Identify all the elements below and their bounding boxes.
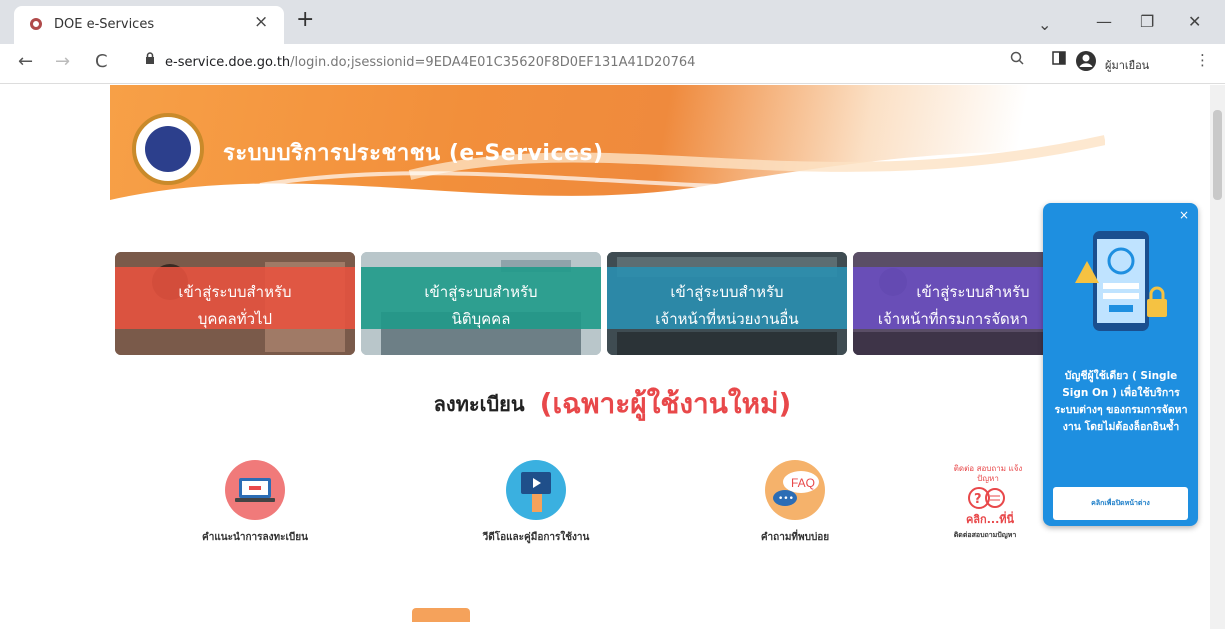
register-heading: ลงทะเบียน (เฉพาะผู้ใช้งานใหม่) bbox=[0, 382, 1225, 426]
sso-popup: × บัญชีผู้ใช้เดียว ( Single Sign On ) เพ… bbox=[1043, 203, 1198, 526]
tab-title: DOE e-Services bbox=[54, 17, 155, 32]
lock-icon[interactable] bbox=[145, 52, 155, 69]
video-icon[interactable] bbox=[506, 460, 566, 520]
faq-icon[interactable]: FAQ ••• bbox=[765, 460, 825, 520]
click-here-text[interactable]: คลิก...ที่นี่ bbox=[955, 510, 1025, 528]
card-line2: เจ้าหน้าที่กรมการจัดหา bbox=[877, 310, 1029, 328]
service-registration-guide[interactable]: คำแนะนำการลงทะเบียน bbox=[145, 460, 365, 560]
laptop-icon[interactable] bbox=[225, 460, 285, 520]
phone-security-illustration-icon bbox=[1075, 231, 1167, 331]
sso-description: บัญชีผู้ใช้เดียว ( Single Sign On ) เพื่… bbox=[1054, 370, 1188, 433]
address-bar[interactable]: e-service.doe.go.th/login.do;jsessionid=… bbox=[145, 48, 1045, 79]
back-button[interactable]: ← bbox=[18, 51, 33, 72]
maximize-button[interactable]: ❐ bbox=[1140, 12, 1154, 31]
menu-kebab-icon[interactable]: ⋮ bbox=[1195, 51, 1210, 69]
service-label[interactable]: วีดีโอและคู่มือการใช้งาน bbox=[426, 530, 646, 545]
card-line2: เจ้าหน้าที่หน่วยงานอื่น bbox=[655, 310, 799, 328]
browser-tab[interactable]: DOE e-Services × bbox=[14, 6, 284, 44]
svg-text:FAQ: FAQ bbox=[791, 476, 815, 490]
banner-title: ระบบบริการประชาชน (e-Services) bbox=[223, 141, 604, 166]
login-card-juristic-person[interactable]: เข้าสู่ระบบสำหรับ นิติบุคคล bbox=[361, 252, 601, 355]
side-panel-icon[interactable] bbox=[1052, 51, 1066, 69]
header-banner: ระบบบริการประชาชน (e-Services) bbox=[110, 85, 1105, 235]
register-new-users-highlight: (เฉพาะผู้ใช้งานใหม่) bbox=[539, 387, 792, 420]
svg-text:•••: ••• bbox=[778, 494, 794, 504]
card-line1: เข้าสู่ระบบสำหรับ bbox=[424, 283, 538, 301]
help-click-icon[interactable]: ? bbox=[965, 486, 1011, 510]
scrollbar-thumb[interactable] bbox=[1213, 110, 1222, 200]
register-label: ลงทะเบียน bbox=[433, 392, 525, 416]
orange-tab-decoration bbox=[412, 608, 470, 622]
login-card-general-public[interactable]: เข้าสู่ระบบสำหรับ บุคคลทั่วไป bbox=[115, 252, 355, 355]
card-line2: นิติบุคคล bbox=[451, 310, 511, 328]
window-close-button[interactable]: ✕ bbox=[1188, 12, 1201, 31]
login-card-doe-staff[interactable]: เข้าสู่ระบบสำหรับ เจ้าหน้าที่กรมการจัดหา bbox=[853, 252, 1053, 355]
sso-close-icon[interactable]: × bbox=[1179, 208, 1189, 222]
card-line1: เข้าสู่ระบบสำหรับ bbox=[670, 283, 784, 301]
tab-close-icon[interactable]: × bbox=[254, 12, 268, 32]
card-line2: บุคคลทั่วไป bbox=[197, 310, 273, 328]
forward-button[interactable]: → bbox=[55, 51, 70, 72]
card-line1: เข้าสู่ระบบสำหรับ bbox=[916, 283, 1030, 301]
service-faq[interactable]: FAQ ••• คำถามที่พบบ่อย bbox=[685, 460, 905, 560]
reload-button[interactable]: C bbox=[95, 51, 108, 72]
service-label[interactable]: คำถามที่พบบ่อย bbox=[685, 530, 905, 545]
svg-text:?: ? bbox=[974, 492, 982, 507]
new-tab-button[interactable]: + bbox=[296, 9, 314, 31]
tab-favicon-icon bbox=[30, 18, 42, 30]
browser-tab-bar: DOE e-Services × + ⌄ — ❐ ✕ bbox=[0, 0, 1225, 44]
service-label[interactable]: ติดต่อสอบถามปัญหา bbox=[885, 530, 1085, 541]
sso-close-window-button[interactable]: คลิกเพื่อปิดหน้าต่าง bbox=[1053, 487, 1188, 520]
zoom-search-icon[interactable] bbox=[1010, 51, 1024, 69]
department-seal-logo bbox=[132, 113, 204, 185]
profile-avatar-icon[interactable] bbox=[1075, 50, 1097, 76]
card-line1: เข้าสู่ระบบสำหรับ bbox=[178, 283, 292, 301]
page-scrollbar[interactable] bbox=[1210, 85, 1225, 629]
minimize-button[interactable]: — bbox=[1096, 12, 1112, 31]
browser-toolbar: ← → C e-service.doe.go.th/login.do;jsess… bbox=[0, 44, 1225, 84]
profile-name[interactable]: ผู้มาเยือน bbox=[1105, 56, 1149, 74]
tab-search-dropdown-icon[interactable]: ⌄ bbox=[1038, 15, 1051, 34]
contact-top-text: ติดต่อ สอบถาม แจ้งปัญหา bbox=[953, 464, 1023, 483]
page-content: ระบบบริการประชาชน (e-Services) เข้าสู่ระ… bbox=[0, 85, 1225, 629]
service-label[interactable]: คำแนะนำการลงทะเบียน bbox=[145, 530, 365, 545]
service-video-manual[interactable]: วีดีโอและคู่มือการใช้งาน bbox=[426, 460, 646, 560]
login-card-other-agency-staff[interactable]: เข้าสู่ระบบสำหรับ เจ้าหน้าที่หน่วยงานอื่… bbox=[607, 252, 847, 355]
url-text[interactable]: e-service.doe.go.th/login.do;jsessionid=… bbox=[165, 55, 695, 70]
